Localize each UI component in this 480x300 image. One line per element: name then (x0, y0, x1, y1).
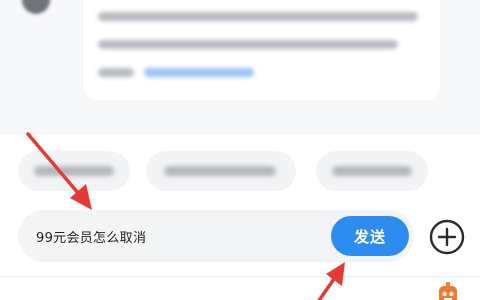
blurred-link (144, 68, 254, 77)
suggestion-chip[interactable] (316, 151, 428, 191)
message-input-box[interactable]: 99元会员怎么取消 发送 (18, 210, 414, 262)
annotation-arrow-to-send (317, 262, 345, 300)
suggestion-chip[interactable] (18, 151, 130, 191)
plus-circle-icon[interactable] (428, 218, 466, 256)
chat-history (0, 0, 480, 135)
suggestion-chip[interactable] (146, 151, 296, 191)
send-button[interactable]: 发送 (331, 216, 409, 256)
user-avatar-icon (22, 0, 50, 14)
divider (0, 276, 480, 277)
message-input[interactable]: 99元会员怎么取消 (36, 227, 146, 246)
message-bubble-blurred (84, 0, 440, 100)
robot-icon[interactable] (435, 282, 461, 300)
